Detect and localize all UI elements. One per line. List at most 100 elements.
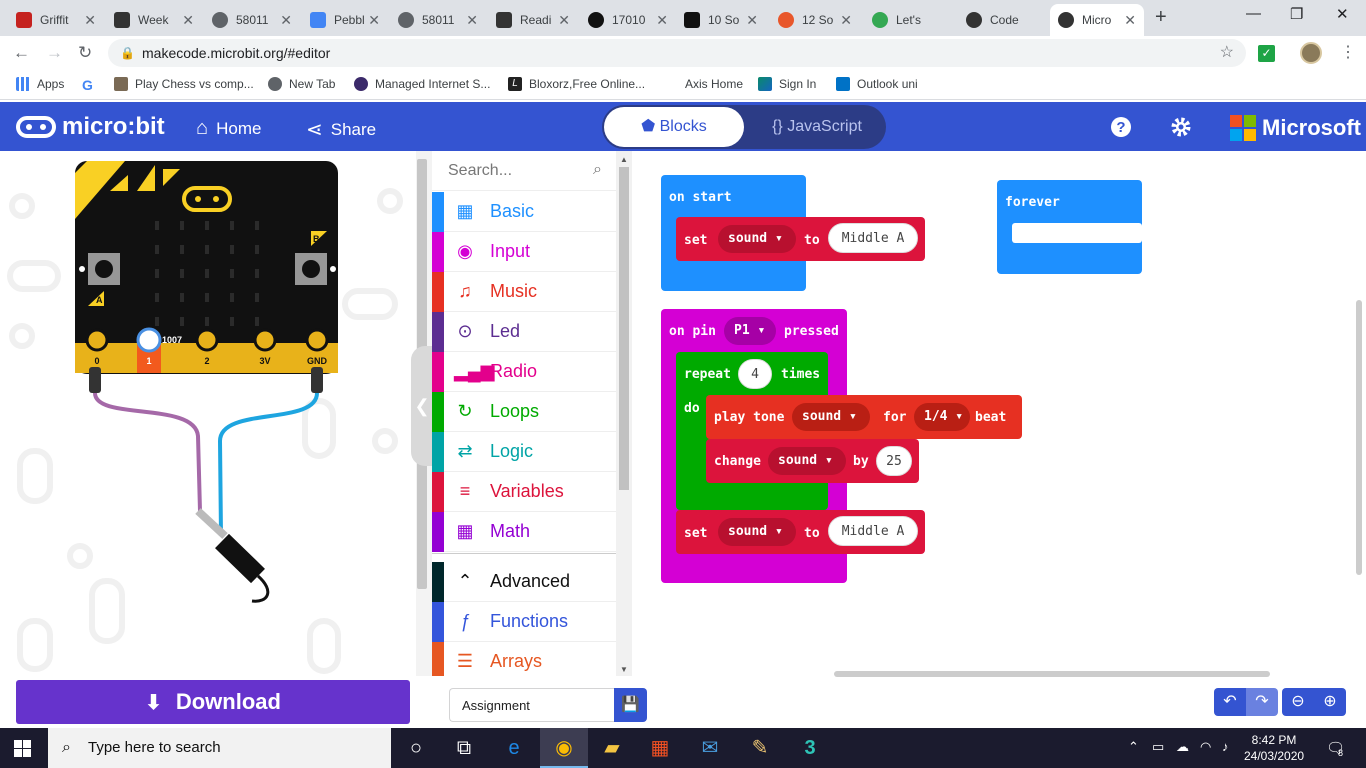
- note-value-field[interactable]: Middle A: [828, 223, 918, 253]
- category-variables[interactable]: ≡ Variables: [432, 471, 616, 512]
- close-icon[interactable]: ✕: [368, 12, 380, 29]
- windows-start-icon[interactable]: [14, 740, 31, 757]
- blocks-workspace[interactable]: on start set sound ▾ to Middle A forever…: [632, 151, 1366, 676]
- browser-tab[interactable]: Readi ✕: [488, 4, 578, 36]
- pin-dropdown[interactable]: P1 ▾: [724, 317, 776, 345]
- bookmark-google[interactable]: G: [82, 77, 93, 93]
- scroll-down-icon[interactable]: ▼: [620, 665, 628, 674]
- workspace-horizontal-scrollbar[interactable]: [834, 671, 1270, 677]
- close-window-icon[interactable]: ✕: [1336, 5, 1349, 23]
- store-icon[interactable]: ▦: [636, 728, 684, 768]
- app-3d-icon[interactable]: 3: [786, 728, 834, 768]
- close-icon[interactable]: ✕: [1124, 12, 1136, 29]
- close-icon[interactable]: ✕: [280, 12, 292, 29]
- back-icon[interactable]: ←: [13, 43, 30, 63]
- wifi-icon[interactable]: ◠: [1200, 739, 1211, 755]
- save-button[interactable]: 💾: [614, 688, 647, 722]
- bookmark-axis-home[interactable]: Axis Home: [664, 77, 743, 91]
- note-value-field-2[interactable]: Middle A: [828, 516, 918, 546]
- onedrive-icon[interactable]: ☁: [1176, 739, 1189, 755]
- close-icon[interactable]: ✕: [558, 12, 570, 29]
- address-bar[interactable]: 🔒 makecode.microbit.org/#editor ☆: [108, 39, 1246, 67]
- browser-tab[interactable]: 58011 ✕: [204, 4, 300, 36]
- mail-icon[interactable]: ✉: [686, 728, 734, 768]
- category-loops[interactable]: ↻ Loops: [432, 391, 616, 432]
- category-basic[interactable]: ▦ Basic: [432, 191, 616, 232]
- pin-3v[interactable]: [253, 328, 277, 352]
- browser-tab-active[interactable]: Micro ✕: [1050, 4, 1144, 36]
- browser-tab[interactable]: 58011 ✕: [390, 4, 486, 36]
- repeat-count-field[interactable]: 4: [738, 359, 772, 389]
- zoom-in-button[interactable]: ⊕: [1314, 688, 1346, 716]
- category-radio[interactable]: ▂▄▆ Radio: [432, 351, 616, 392]
- taskbar-search-box[interactable]: ⌕ Type here to search: [48, 728, 391, 768]
- battery-icon[interactable]: ▭: [1152, 739, 1164, 755]
- browser-tab[interactable]: 17010 ✕: [580, 4, 676, 36]
- category-music[interactable]: ♫ Music: [432, 271, 616, 312]
- workspace-vertical-scrollbar[interactable]: [1356, 300, 1362, 575]
- tone-variable-dropdown[interactable]: sound ▾: [792, 403, 870, 431]
- bookmark-managed-internet[interactable]: Managed Internet S...: [354, 77, 490, 91]
- redo-button[interactable]: ↷: [1246, 688, 1278, 716]
- bookmark-outlook[interactable]: Outlook uni: [836, 77, 918, 91]
- chrome-icon[interactable]: ◉: [540, 728, 588, 768]
- button-b[interactable]: [295, 253, 327, 285]
- category-arrays[interactable]: ☰ Arrays: [432, 641, 616, 676]
- download-button[interactable]: ⬇ Download: [16, 680, 410, 724]
- browser-tab[interactable]: Let's: [864, 4, 954, 36]
- help-icon[interactable]: ?: [1110, 116, 1132, 138]
- close-icon[interactable]: ✕: [656, 12, 668, 29]
- close-icon[interactable]: ✕: [182, 12, 194, 29]
- paint-icon[interactable]: ✎: [736, 728, 784, 768]
- pin-2[interactable]: [195, 328, 219, 352]
- share-button[interactable]: ⋖ Share: [306, 117, 376, 142]
- bookmark-apps[interactable]: Apps: [16, 77, 64, 91]
- system-clock[interactable]: 8:42 PM 24/03/2020: [1244, 732, 1304, 764]
- change-amount-field[interactable]: 25: [876, 446, 912, 476]
- pin-0[interactable]: [85, 328, 109, 352]
- toolbox-search-input[interactable]: Search... ⌕: [432, 151, 616, 191]
- extension-check-icon[interactable]: ✓: [1258, 45, 1275, 62]
- scrollbar-thumb[interactable]: [619, 167, 629, 490]
- bookmark-chess[interactable]: Play Chess vs comp...: [114, 77, 254, 91]
- toolbox-scrollbar[interactable]: ▲ ▼: [616, 151, 632, 676]
- browser-tab[interactable]: 10 So ✕: [676, 4, 766, 36]
- collapse-simulator-button[interactable]: ❮: [411, 346, 433, 466]
- project-name-input[interactable]: [449, 688, 614, 722]
- new-tab-button[interactable]: +: [1155, 6, 1167, 29]
- browser-tab[interactable]: Code: [958, 4, 1048, 36]
- pin-gnd[interactable]: [305, 328, 329, 352]
- scroll-up-icon[interactable]: ▲: [620, 155, 628, 164]
- reload-icon[interactable]: ↻: [78, 43, 92, 63]
- menu-icon[interactable]: ⋮: [1340, 42, 1356, 62]
- close-icon[interactable]: ✕: [840, 12, 852, 29]
- category-math[interactable]: ▦ Math: [432, 511, 616, 552]
- file-explorer-icon[interactable]: ▰: [588, 728, 636, 768]
- button-a[interactable]: [88, 253, 120, 285]
- avatar[interactable]: [1300, 42, 1322, 64]
- browser-tab[interactable]: 12 So ✕: [770, 4, 860, 36]
- blocks-tab[interactable]: ⬟ Blocks: [604, 107, 744, 147]
- home-button[interactable]: ⌂ Home: [196, 117, 261, 140]
- browser-tab[interactable]: Week ✕: [106, 4, 202, 36]
- bookmark-new-tab[interactable]: New Tab: [268, 77, 335, 91]
- gear-icon[interactable]: [1170, 116, 1192, 138]
- javascript-tab[interactable]: {} JavaScript: [752, 107, 882, 147]
- pin-1[interactable]: [136, 327, 162, 353]
- category-logic[interactable]: ⇄ Logic: [432, 431, 616, 472]
- category-input[interactable]: ◉ Input: [432, 231, 616, 272]
- microsoft-logo[interactable]: Microsoft: [1230, 115, 1361, 141]
- close-icon[interactable]: ✕: [466, 12, 478, 29]
- variable-dropdown-2[interactable]: sound ▾: [718, 518, 796, 546]
- show-hidden-icons-icon[interactable]: ⌃: [1128, 739, 1139, 755]
- browser-tab[interactable]: Griffit ✕: [8, 4, 104, 36]
- microbit-logo[interactable]: micro:bit: [16, 113, 165, 141]
- bookmark-sign-in[interactable]: Sign In: [758, 77, 816, 91]
- minimize-icon[interactable]: —: [1246, 5, 1261, 22]
- undo-button[interactable]: ↶: [1214, 688, 1246, 716]
- edge-icon[interactable]: e: [490, 728, 538, 768]
- zoom-out-button[interactable]: ⊖: [1282, 688, 1314, 716]
- forward-icon[interactable]: →: [46, 43, 63, 63]
- close-icon[interactable]: ✕: [84, 12, 96, 29]
- close-icon[interactable]: ✕: [746, 12, 758, 29]
